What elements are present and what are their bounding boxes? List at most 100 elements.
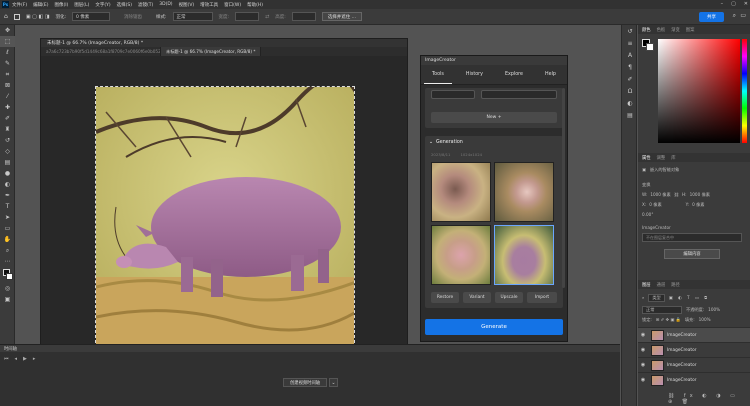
selection-mode-icon[interactable]: ▣ ▢ ◧ ◨ xyxy=(26,14,50,20)
new-button[interactable]: New + xyxy=(431,112,557,123)
swap-icon[interactable]: ⇄ xyxy=(265,14,269,20)
width-input[interactable] xyxy=(235,12,260,21)
tab-patterns[interactable]: 图案 xyxy=(686,27,695,33)
prev-frame-icon[interactable]: ◂ xyxy=(15,356,18,362)
quick-mask-icon[interactable]: ◎ xyxy=(0,283,15,294)
visibility-eye-icon[interactable]: ◉ xyxy=(638,332,648,338)
w-field[interactable]: 1000 像素 xyxy=(650,192,670,198)
document-tab[interactable]: a7a6c723b7b90f5d1449c68a1f8709c7e0060f6e… xyxy=(41,47,161,56)
menu-file[interactable]: 文件(F) xyxy=(12,2,27,8)
menu-filter[interactable]: 滤镜(T) xyxy=(138,2,153,8)
result-thumbnail[interactable] xyxy=(494,162,554,222)
home-icon[interactable]: ⌂ xyxy=(4,13,8,20)
first-frame-icon[interactable]: ⏮ xyxy=(4,356,9,362)
paragraph-panel-icon[interactable]: ¶ xyxy=(622,61,638,73)
tab-color[interactable]: 颜色 xyxy=(642,27,651,33)
tab-channels[interactable]: 通道 xyxy=(657,282,666,288)
restore-button[interactable]: Restore xyxy=(431,292,459,303)
tab-adjustments[interactable]: 调整 xyxy=(657,155,666,161)
hue-slider[interactable] xyxy=(742,39,747,143)
select-and-mask-button[interactable]: 选择并遮住 ... xyxy=(321,12,363,21)
eraser-tool-icon[interactable]: ◇ xyxy=(0,146,15,157)
share-button[interactable]: 共享 xyxy=(699,12,724,22)
quick-select-icon[interactable]: ✎ xyxy=(0,58,15,69)
upscale-button[interactable]: Upscale xyxy=(495,292,523,303)
character-panel-icon[interactable]: A xyxy=(622,49,638,61)
properties-panel-icon[interactable]: ≡ xyxy=(622,37,638,49)
feather-input[interactable]: 0 像素 xyxy=(72,12,111,21)
marquee-tool-icon[interactable] xyxy=(13,13,20,20)
visibility-eye-icon[interactable]: ◉ xyxy=(638,362,648,368)
type-tool-icon[interactable]: T xyxy=(0,201,15,212)
lock-icons[interactable]: ⊞ ✐ ✥ ▣ 🔒 xyxy=(656,317,681,323)
libraries-panel-icon[interactable]: ▤ xyxy=(622,109,638,121)
shape-tool-icon[interactable]: ▭ xyxy=(0,223,15,234)
variant-button[interactable]: Variant xyxy=(463,292,491,303)
x-field[interactable]: 0 像素 xyxy=(649,202,661,208)
more-tools-icon[interactable]: ⋯ xyxy=(0,256,15,267)
history-panel-icon[interactable]: ↺ xyxy=(622,25,638,37)
canvas-artwork-image[interactable] xyxy=(95,86,355,348)
layer-row[interactable]: ◉ ImageCreator xyxy=(638,342,750,357)
search-icon[interactable]: ⌕ xyxy=(733,12,736,20)
edit-contents-button[interactable]: 编辑内容 xyxy=(664,249,720,259)
import-button[interactable]: Import xyxy=(527,292,557,303)
layer-row[interactable]: ◉ ImageCreator xyxy=(638,357,750,372)
opacity-field[interactable]: 100% xyxy=(708,307,720,312)
tab-layers[interactable]: 图层 xyxy=(642,282,651,288)
angle-field[interactable]: 0.00° xyxy=(642,212,653,217)
layers-footer-icons[interactable]: ⛓ fx ◐ ◑ ▭ ⊕ 🗑 xyxy=(668,393,750,405)
menu-help[interactable]: 帮助(H) xyxy=(247,2,263,8)
tab-paths[interactable]: 路径 xyxy=(671,282,680,288)
menu-plugins[interactable]: 增效工具 xyxy=(200,2,218,8)
visibility-eye-icon[interactable]: ◉ xyxy=(638,347,648,353)
close-icon[interactable]: ✕ xyxy=(744,1,748,7)
color-swatches-icon[interactable] xyxy=(0,267,15,283)
play-icon[interactable]: ▶ xyxy=(23,356,27,362)
link-icon[interactable]: ⛓ xyxy=(674,192,679,198)
menu-layer[interactable]: 图层(L) xyxy=(74,2,89,8)
healing-brush-icon[interactable]: ✚ xyxy=(0,102,15,113)
menu-edit[interactable]: 编辑(E) xyxy=(33,2,48,8)
document-title[interactable]: 未标题-1 @ 66.7% (ImageCreator, RGB/8) * xyxy=(41,39,407,47)
path-select-icon[interactable]: ➤ xyxy=(0,212,15,223)
minimize-icon[interactable]: – xyxy=(721,1,724,7)
eyedropper-icon[interactable]: ⁄ xyxy=(0,91,15,102)
color-picker-field[interactable] xyxy=(658,39,740,143)
layer-row[interactable]: ◉ ImageCreator xyxy=(638,372,750,387)
move-tool-icon[interactable]: ✥ xyxy=(0,25,15,36)
tab-tools[interactable]: Tools xyxy=(424,66,452,84)
kind-filter-select[interactable]: 类型 xyxy=(648,293,665,302)
adjustments-panel-icon[interactable]: ◐ xyxy=(622,97,638,109)
blend-mode-select[interactable]: 正常 xyxy=(642,305,682,314)
y-field[interactable]: 0 像素 xyxy=(692,202,704,208)
crop-tool-icon[interactable]: ⌗ xyxy=(0,69,15,80)
lasso-tool-icon[interactable]: ℓ xyxy=(0,47,15,58)
menu-select[interactable]: 选择(S) xyxy=(117,2,132,8)
zoom-tool-icon[interactable]: ⌕ xyxy=(0,245,15,256)
brush-tool-icon[interactable]: ✐ xyxy=(0,113,15,124)
canvas-area[interactable] xyxy=(41,56,407,364)
maximize-icon[interactable]: ▢ xyxy=(731,1,736,7)
hand-tool-icon[interactable]: ✋ xyxy=(0,234,15,245)
menu-view[interactable]: 视图(V) xyxy=(179,2,195,8)
result-thumbnail[interactable] xyxy=(431,225,491,285)
document-tab-active[interactable]: 未标题-1 @ 66.7% (ImageCreator, RGB/8) * xyxy=(161,47,262,56)
dodge-tool-icon[interactable]: ◐ xyxy=(0,179,15,190)
brush-panel-icon[interactable]: ✐ xyxy=(622,73,638,85)
filter-icons[interactable]: ▣ ◐ T ▭ ⧉ xyxy=(669,295,709,300)
frame-tool-icon[interactable]: ⊠ xyxy=(0,80,15,91)
tab-libraries[interactable]: 库 xyxy=(671,155,675,161)
timeline-dropdown-icon[interactable]: ⌄ xyxy=(329,378,338,387)
workspace-icon[interactable]: ▭ xyxy=(740,12,746,19)
fill-field[interactable]: 100% xyxy=(699,317,711,322)
next-frame-icon[interactable]: ▸ xyxy=(33,356,36,362)
h-field[interactable]: 1000 像素 xyxy=(690,192,710,198)
option-select[interactable] xyxy=(431,90,475,99)
marquee-tool-icon[interactable]: ⬚ xyxy=(0,36,15,47)
tab-swatches[interactable]: 色板 xyxy=(657,27,666,33)
menu-window[interactable]: 窗口(W) xyxy=(224,2,241,8)
generation-header[interactable]: ⌄ Generation xyxy=(429,140,463,145)
visibility-eye-icon[interactable]: ◉ xyxy=(638,377,648,383)
gradient-tool-icon[interactable]: ▤ xyxy=(0,157,15,168)
